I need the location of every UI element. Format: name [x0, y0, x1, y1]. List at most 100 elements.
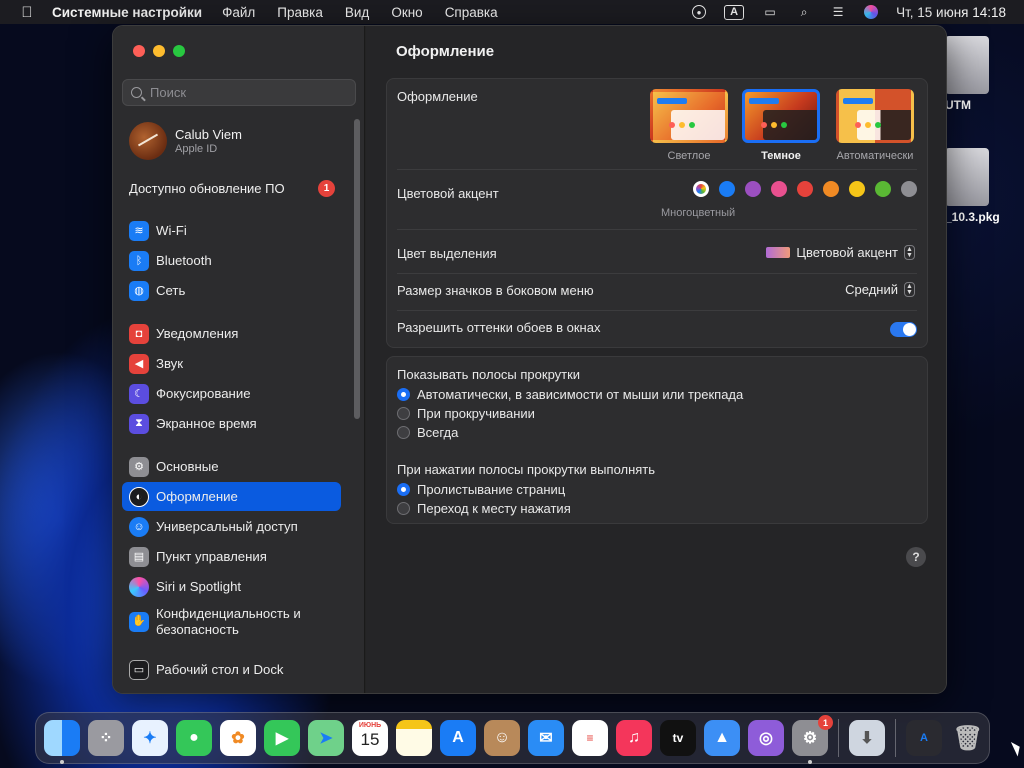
- sidebar-item-accessibility[interactable]: ☺ Универсальный доступ: [122, 512, 341, 541]
- dock-music-icon[interactable]: ♫: [616, 720, 652, 756]
- dock-keynote-icon[interactable]: ▲: [704, 720, 740, 756]
- dock-downloads-icon[interactable]: ⬇: [849, 720, 885, 756]
- menu-file[interactable]: Файл: [222, 5, 255, 20]
- accent-orange[interactable]: [823, 181, 839, 197]
- accent-green[interactable]: [875, 181, 891, 197]
- radio-scroll-always[interactable]: Всегда: [397, 425, 458, 440]
- sidebar-item-privacy[interactable]: ✋ Конфиденциальность и безопасность: [122, 603, 341, 641]
- desktop-icon-utm[interactable]: UTM: [945, 36, 989, 112]
- dock-launchpad-icon[interactable]: ⁘: [88, 720, 124, 756]
- siri-icon: [129, 576, 149, 597]
- screen-mirroring-icon[interactable]: ▭: [762, 5, 778, 19]
- search-input[interactable]: Поиск: [122, 79, 356, 106]
- accent-red[interactable]: [797, 181, 813, 197]
- dock-maps-icon[interactable]: ➤: [308, 720, 344, 756]
- theme-option-auto[interactable]: Автоматически: [833, 89, 917, 162]
- sidebar-item-label: Уведомления: [156, 326, 239, 341]
- user-switch-icon[interactable]: ●: [692, 5, 707, 19]
- zoom-button[interactable]: [173, 45, 185, 57]
- desktop-icon-label: _10.3.pkg: [945, 210, 1000, 224]
- apple-id-account[interactable]: Calub Viem Apple ID: [129, 122, 242, 160]
- dock: ⁘ ✦ ● ✿ ▶ ➤ ИЮНЬ 15 A ☺ ✉ ≡ ♫ tv ▲ ◎ ⚙ 1…: [35, 712, 990, 764]
- sidebar-item-siri[interactable]: Siri и Spotlight: [122, 572, 341, 601]
- theme-option-light[interactable]: Светлое: [647, 89, 731, 162]
- accent-multicolor[interactable]: [693, 181, 709, 197]
- sidebar-item-control-center[interactable]: ▤ Пункт управления: [122, 542, 341, 571]
- sidebar-item-screen-time[interactable]: ⧗ Экранное время: [122, 409, 341, 438]
- click-scrollbar-label: При нажатии полосы прокрутки выполнять: [397, 462, 656, 477]
- radio-scroll-when-scrolling[interactable]: При прокручивании: [397, 406, 535, 421]
- dock-reminders-icon[interactable]: ≡: [572, 720, 608, 756]
- mini-titlebar: [657, 98, 687, 104]
- dock-safari-icon[interactable]: ✦: [132, 720, 168, 756]
- highlight-swatch: [766, 247, 791, 258]
- menu-edit[interactable]: Правка: [277, 5, 323, 20]
- sidebar-item-general[interactable]: ⚙ Основные: [122, 452, 341, 481]
- radio-button: [397, 483, 410, 496]
- sidebar-item-label: Фокусирование: [156, 386, 251, 401]
- sidebar-item-label: Конфиденциальность и безопасность: [156, 606, 301, 637]
- divider: [397, 310, 917, 311]
- sidebar-item-appearance[interactable]: ◐ Оформление: [122, 482, 341, 511]
- menu-view[interactable]: Вид: [345, 5, 369, 20]
- sidebar-scrollbar[interactable]: [354, 119, 360, 419]
- accent-purple[interactable]: [745, 181, 761, 197]
- sidebar-item-label: Экранное время: [156, 416, 257, 431]
- dock-system-settings-icon[interactable]: ⚙ 1: [792, 715, 833, 764]
- search-icon[interactable]: ⌕: [796, 5, 812, 19]
- dock-contacts-icon[interactable]: ☺: [484, 720, 520, 756]
- dock-mail-icon[interactable]: ✉: [528, 720, 564, 756]
- menu-window[interactable]: Окно: [391, 5, 422, 20]
- chevron-updown-icon: ▲ ▼: [904, 245, 915, 260]
- radio-scroll-auto[interactable]: Автоматически, в зависимости от мыши или…: [397, 387, 743, 402]
- close-button[interactable]: [133, 45, 145, 57]
- sidebar-item-focus[interactable]: ☾ Фокусирование: [122, 379, 341, 408]
- dock-photos-icon[interactable]: ✿: [220, 720, 256, 756]
- accent-yellow[interactable]: [849, 181, 865, 197]
- search-placeholder: Поиск: [150, 85, 187, 100]
- theme-option-dark[interactable]: Темное: [739, 89, 823, 162]
- dock-trash-icon[interactable]: 🗑: [950, 720, 986, 756]
- minimize-button[interactable]: [153, 45, 165, 57]
- wallpaper-tint-toggle[interactable]: [890, 322, 917, 337]
- dock-app-store-icon[interactable]: A: [440, 720, 476, 756]
- sidebar-item-sound[interactable]: ◀ Звук: [122, 349, 341, 378]
- accent-graphite[interactable]: [901, 181, 917, 197]
- control-center-icon[interactable]: ☰: [830, 5, 846, 19]
- divider: [397, 229, 917, 230]
- sidebar-item-notifications[interactable]: ◘ Уведомления: [122, 319, 341, 348]
- dock-calendar-icon[interactable]: ИЮНЬ 15: [352, 720, 388, 756]
- sidebar-item-label: Основные: [156, 459, 219, 474]
- bell-icon: ◘: [129, 323, 149, 344]
- highlight-color-select[interactable]: Цветовой акцент ▲ ▼: [766, 245, 915, 260]
- radio-click-next-page[interactable]: Пролистывание страниц: [397, 482, 565, 497]
- sidebar-icon-size-select[interactable]: Средний ▲ ▼: [845, 282, 915, 297]
- dock-tv-icon[interactable]: tv: [660, 720, 696, 756]
- radio-click-jump-here[interactable]: Переход к месту нажатия: [397, 501, 571, 516]
- dock-finder-icon[interactable]: [44, 720, 80, 764]
- menu-clock[interactable]: Чт, 15 июня 14:18: [896, 5, 1006, 20]
- show-scrollbars-label: Показывать полосы прокрутки: [397, 367, 581, 382]
- accessibility-icon: ☺: [129, 516, 149, 537]
- dock-notes-icon[interactable]: [396, 720, 432, 756]
- accent-blue[interactable]: [719, 181, 735, 197]
- apple-menu-icon[interactable]: : [18, 4, 36, 21]
- input-source-icon[interactable]: A: [724, 4, 745, 20]
- hand-icon: ✋: [129, 612, 149, 632]
- dock-messages-icon[interactable]: ●: [176, 720, 212, 756]
- dock-podcasts-icon[interactable]: ◎: [748, 720, 784, 756]
- software-update-item[interactable]: Доступно обновление ПО 1: [129, 180, 335, 197]
- sidebar-item-desktop-dock[interactable]: ▭ Рабочий стол и Dock: [122, 655, 341, 684]
- dock-facetime-icon[interactable]: ▶: [264, 720, 300, 756]
- desktop-icon-pkg[interactable]: _10.3.pkg: [945, 148, 1000, 224]
- dock-recent-window-icon[interactable]: A: [906, 720, 942, 756]
- menu-help[interactable]: Справка: [445, 5, 498, 20]
- menu-app-name[interactable]: Системные настройки: [52, 5, 202, 20]
- help-button[interactable]: ?: [906, 547, 926, 567]
- light-theme-thumbnail: [650, 89, 728, 143]
- siri-icon[interactable]: [864, 5, 879, 19]
- sidebar-item-wifi[interactable]: ≋ Wi-Fi: [122, 216, 341, 245]
- accent-pink[interactable]: [771, 181, 787, 197]
- sidebar-item-network[interactable]: ◍ Сеть: [122, 276, 341, 305]
- sidebar-item-bluetooth[interactable]: ᛒ Bluetooth: [122, 246, 341, 275]
